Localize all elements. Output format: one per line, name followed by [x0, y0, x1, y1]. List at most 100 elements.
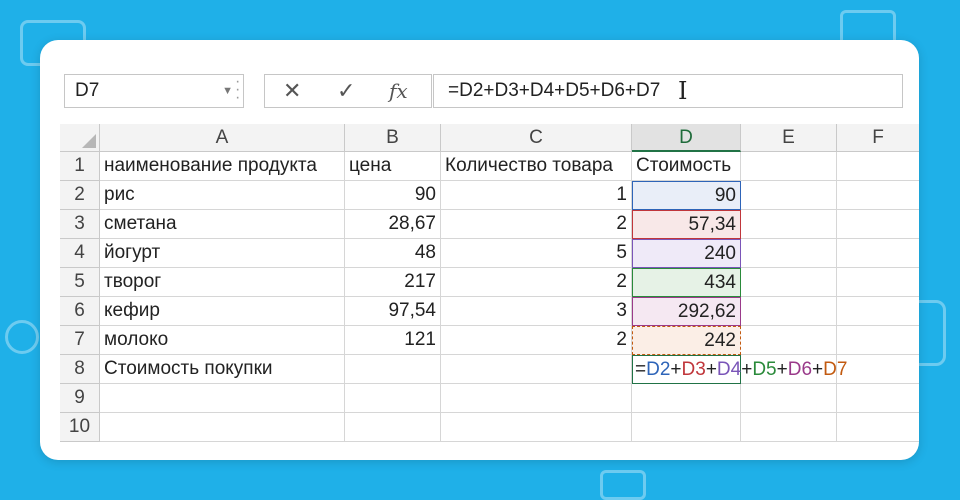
cell-b1[interactable]: цена — [345, 152, 441, 181]
cell-f10[interactable] — [837, 413, 919, 442]
row-header-6[interactable]: 6 — [60, 297, 100, 326]
cell-c1[interactable]: Количество товара — [441, 152, 632, 181]
formula-ref-d4: D4 — [716, 359, 742, 380]
cell-a1[interactable]: наименование продукта — [100, 152, 345, 181]
cell-e10[interactable] — [741, 413, 837, 442]
formula-ref-d6: D6 — [787, 359, 813, 380]
formula-ref-d3: D3 — [681, 359, 706, 380]
row-header-9[interactable]: 9 — [60, 384, 100, 413]
cell-d7[interactable]: 242 — [632, 326, 741, 355]
cell-d6[interactable]: 292,62 — [632, 297, 741, 326]
cell-e9[interactable] — [741, 384, 837, 413]
cell-d5[interactable]: 434 — [632, 268, 741, 297]
cell-a4[interactable]: йогурт — [100, 239, 345, 268]
cell-c5[interactable]: 2 — [441, 268, 632, 297]
cell-e2[interactable] — [741, 181, 837, 210]
row-header-5[interactable]: 5 — [60, 268, 100, 297]
column-header-c[interactable]: C — [441, 124, 632, 152]
cell-c7[interactable]: 2 — [441, 326, 632, 355]
cell-f7[interactable] — [837, 326, 919, 355]
cell-e1[interactable] — [741, 152, 837, 181]
cell-b10[interactable] — [345, 413, 441, 442]
cell-a9[interactable] — [100, 384, 345, 413]
cell-b2[interactable]: 90 — [345, 181, 441, 210]
cell-f3[interactable] — [837, 210, 919, 239]
formula-plus: + — [776, 359, 788, 380]
cell-e6[interactable] — [741, 297, 837, 326]
cell-c3[interactable]: 2 — [441, 210, 632, 239]
cell-a7[interactable]: молоко — [100, 326, 345, 355]
cell-f9[interactable] — [837, 384, 919, 413]
row-header-7[interactable]: 7 — [60, 326, 100, 355]
cell-e4[interactable] — [741, 239, 837, 268]
cell-f8[interactable] — [837, 355, 919, 384]
insert-function-icon[interactable]: fx — [389, 75, 408, 107]
row-header-10[interactable]: 10 — [60, 413, 100, 442]
formula-ref-d7: D7 — [823, 359, 848, 380]
column-header-d[interactable]: D — [632, 124, 741, 152]
cell-d10[interactable] — [632, 413, 741, 442]
cell-d8-formula-editor[interactable]: =D2+D3+D4+D5+D6+D7 — [632, 355, 847, 384]
column-header-a[interactable]: A — [100, 124, 345, 152]
cell-c8[interactable] — [441, 355, 632, 384]
formula-plus: + — [705, 359, 717, 380]
cell-b9[interactable] — [345, 384, 441, 413]
cell-f2[interactable] — [837, 181, 919, 210]
row-header-4[interactable]: 4 — [60, 239, 100, 268]
cell-b4[interactable]: 48 — [345, 239, 441, 268]
text-cursor-icon: I — [678, 77, 688, 105]
cell-f4[interactable] — [837, 239, 919, 268]
formula-plus: + — [741, 359, 753, 380]
row-header-2[interactable]: 2 — [60, 181, 100, 210]
cell-e7[interactable] — [741, 326, 837, 355]
row-header-1[interactable]: 1 — [60, 152, 100, 181]
cell-b7[interactable]: 121 — [345, 326, 441, 355]
formula-ref-d5: D5 — [752, 359, 777, 380]
cell-b5[interactable]: 217 — [345, 268, 441, 297]
cell-c4[interactable]: 5 — [441, 239, 632, 268]
cell-e3[interactable] — [741, 210, 837, 239]
formula-ref-d2: D2 — [646, 359, 671, 380]
background-doodle — [5, 320, 39, 354]
formula-text: =D2+D3+D4+D5+D6+D7 — [448, 80, 661, 101]
column-header-f[interactable]: F — [837, 124, 919, 152]
select-all-button[interactable] — [60, 124, 100, 152]
formula-plus: + — [812, 359, 824, 380]
cell-d3[interactable]: 57,34 — [632, 210, 741, 239]
cell-a10[interactable] — [100, 413, 345, 442]
row-header-3[interactable]: 3 — [60, 210, 100, 239]
cell-c6[interactable]: 3 — [441, 297, 632, 326]
column-header-e[interactable]: E — [741, 124, 837, 152]
cell-f1[interactable] — [837, 152, 919, 181]
cell-e5[interactable] — [741, 268, 837, 297]
formula-plus: + — [670, 359, 682, 380]
name-box[interactable]: D7 ▼ — [64, 74, 244, 108]
column-header-b[interactable]: B — [345, 124, 441, 152]
cell-a3[interactable]: сметана — [100, 210, 345, 239]
formula-buttons: ✕ ✓ fx — [264, 74, 432, 108]
cell-d9[interactable] — [632, 384, 741, 413]
formula-equals: = — [635, 359, 647, 380]
cell-a8[interactable]: Стоимость покупки — [100, 355, 345, 384]
background-doodle — [600, 470, 646, 500]
cell-d4[interactable]: 240 — [632, 239, 741, 268]
formula-input[interactable]: =D2+D3+D4+D5+D6+D7 I — [433, 74, 903, 108]
cell-b8[interactable] — [345, 355, 441, 384]
cell-a6[interactable]: кефир — [100, 297, 345, 326]
cell-c2[interactable]: 1 — [441, 181, 632, 210]
row-header-8[interactable]: 8 — [60, 355, 100, 384]
enter-icon[interactable]: ✓ — [337, 75, 355, 107]
cell-d1[interactable]: Стоимость — [632, 152, 741, 181]
drag-handle-icon[interactable]: · · · — [235, 74, 245, 106]
cell-c10[interactable] — [441, 413, 632, 442]
cell-b3[interactable]: 28,67 — [345, 210, 441, 239]
cell-b6[interactable]: 97,54 — [345, 297, 441, 326]
cell-a5[interactable]: творог — [100, 268, 345, 297]
chevron-down-icon[interactable]: ▼ — [222, 75, 233, 107]
cell-f5[interactable] — [837, 268, 919, 297]
cancel-icon[interactable]: ✕ — [283, 75, 301, 107]
cell-d2[interactable]: 90 — [632, 181, 741, 210]
cell-a2[interactable]: рис — [100, 181, 345, 210]
cell-f6[interactable] — [837, 297, 919, 326]
cell-c9[interactable] — [441, 384, 632, 413]
